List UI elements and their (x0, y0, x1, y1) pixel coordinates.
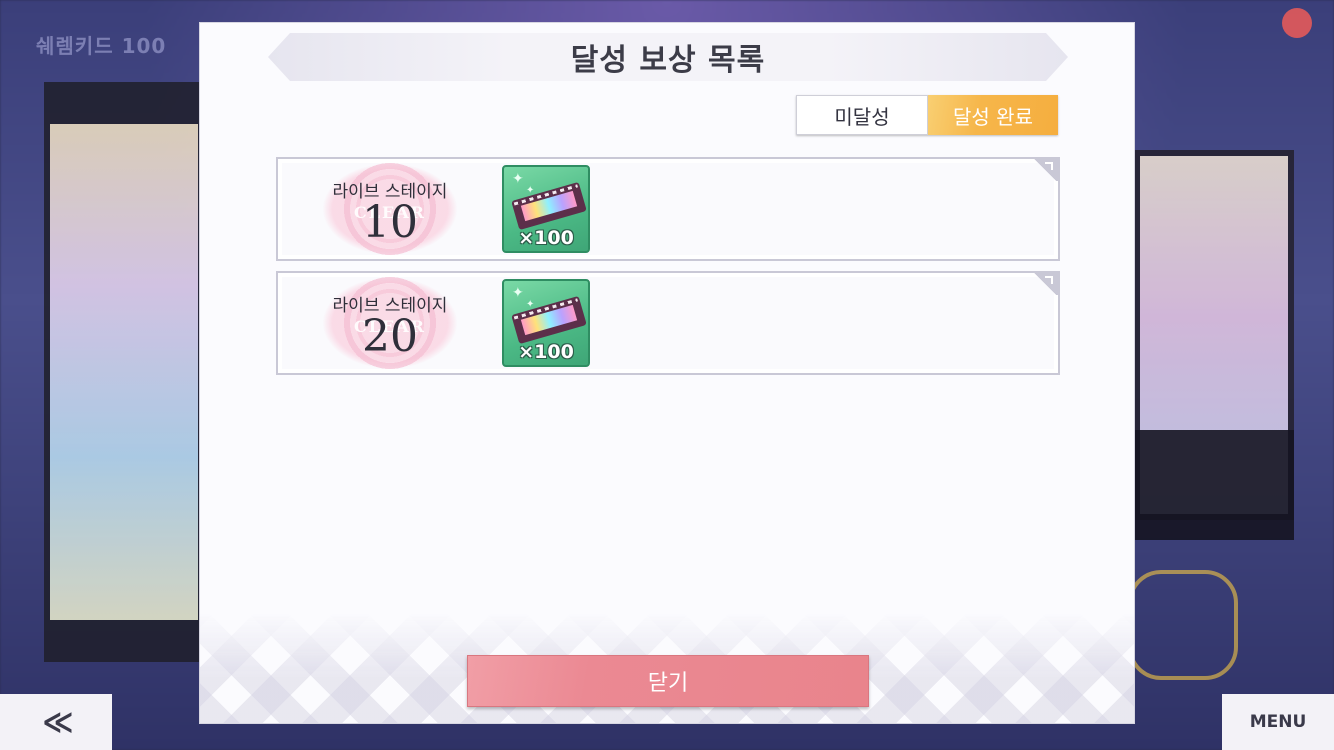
background-event-title: 쉐렘키드 100 (36, 34, 167, 58)
close-button[interactable]: 닫기 (467, 655, 869, 707)
tab-bar: 미달성 달성 완료 (796, 95, 1058, 135)
clear-stamp: CLEAR 라이브 스테이지 20 (322, 277, 458, 369)
reward-row: CLEAR 라이브 스테이지 10 ✦ ✦ ×100 (276, 157, 1060, 261)
reward-list: CLEAR 라이브 스테이지 10 ✦ ✦ ×100 CLEAR 라이브 스테이… (276, 157, 1060, 385)
item-quantity: ×100 (518, 341, 574, 363)
background-close-icon (1282, 8, 1312, 38)
corner-arrow-icon (1032, 273, 1058, 295)
reward-item[interactable]: ✦ ✦ ×100 (502, 279, 590, 367)
tab-not-achieved[interactable]: 미달성 (796, 95, 928, 135)
dialog-title: 달성 보상 목록 (570, 43, 766, 78)
corner-arrow-icon (1032, 159, 1058, 181)
back-button[interactable]: ≪ (0, 694, 112, 750)
reward-row: CLEAR 라이브 스테이지 20 ✦ ✦ ×100 (276, 271, 1060, 375)
background-event-card (44, 82, 204, 662)
stage-count: 10 (362, 197, 418, 248)
clear-stamp: CLEAR 라이브 스테이지 10 (322, 163, 458, 255)
ticket-film-icon (511, 181, 587, 231)
background-song-panel (1134, 430, 1294, 540)
tab-achieved[interactable]: 달성 완료 (928, 95, 1058, 135)
stage-count: 20 (362, 311, 418, 362)
reward-item[interactable]: ✦ ✦ ×100 (502, 165, 590, 253)
menu-button[interactable]: MENU (1222, 694, 1334, 750)
background-rank-badge (1128, 570, 1238, 680)
item-quantity: ×100 (518, 227, 574, 249)
ticket-film-icon (511, 295, 587, 345)
reward-list-dialog: 달성 보상 목록 미달성 달성 완료 CLEAR 라이브 스테이지 10 ✦ ✦… (199, 22, 1135, 724)
